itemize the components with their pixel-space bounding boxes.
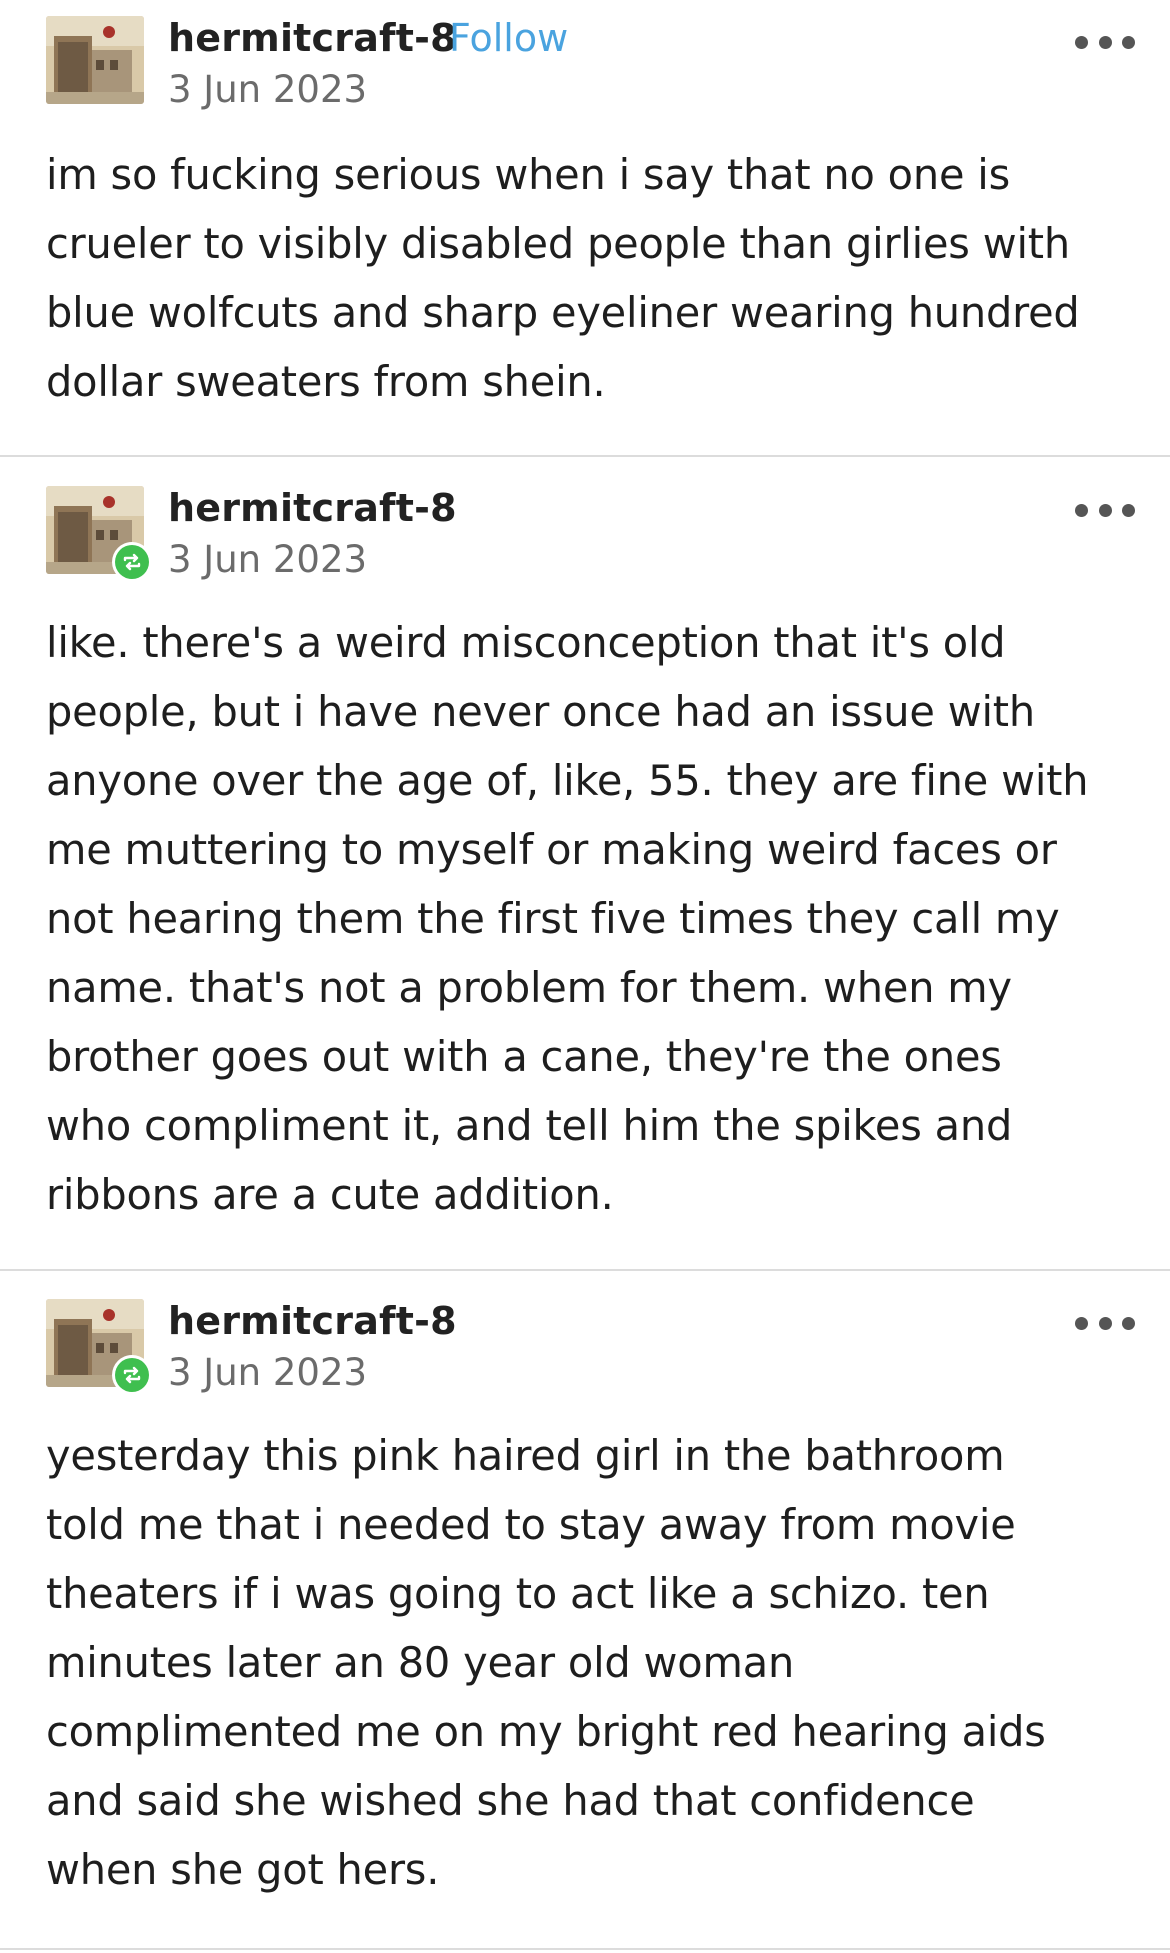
avatar[interactable] — [46, 1299, 152, 1395]
post-text: yesterday this pink haired girl in the b… — [46, 1431, 1046, 1894]
divider — [0, 1948, 1170, 1950]
post-date: 3 Jun 2023 — [168, 68, 368, 111]
more-options-icon[interactable] — [1075, 1313, 1135, 1333]
post-date: 3 Jun 2023 — [168, 1351, 368, 1394]
post-text: like. there's a weird misconception that… — [46, 618, 1089, 1219]
more-options-icon[interactable] — [1075, 500, 1135, 520]
reblog-icon — [112, 542, 152, 582]
divider — [0, 455, 1170, 457]
post-text: im so fucking serious when i say that no… — [46, 150, 1080, 406]
follow-button[interactable]: Follow — [449, 16, 568, 60]
avatar[interactable] — [46, 486, 152, 582]
reblog-icon — [112, 1355, 152, 1395]
post-reblog: hermitcraft-8 3 Jun 2023 like. there's a… — [0, 458, 1170, 1270]
post-original: hermitcraft-8 Follow 3 Jun 2023 im so fu… — [0, 0, 1170, 457]
more-options-icon[interactable] — [1075, 32, 1135, 52]
username[interactable]: hermitcraft-8 — [168, 486, 457, 530]
post-date: 3 Jun 2023 — [168, 538, 368, 581]
username[interactable]: hermitcraft-8 — [168, 1299, 457, 1343]
avatar[interactable] — [46, 16, 144, 104]
username[interactable]: hermitcraft-8 — [168, 16, 457, 60]
avatar-image — [46, 16, 144, 104]
post-reblog: hermitcraft-8 3 Jun 2023 yesterday this … — [0, 1271, 1170, 1953]
